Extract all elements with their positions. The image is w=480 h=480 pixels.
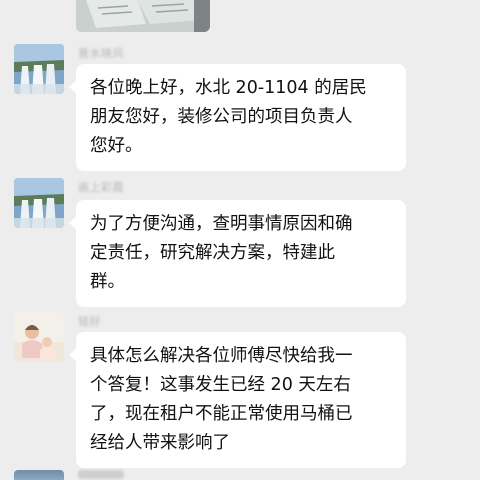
message-text-line: 了，现在租户不能正常使用马桶已 <box>90 404 353 424</box>
waterfall-avatar[interactable] <box>14 44 64 94</box>
message-text-line: 经给人带来影响了 <box>90 433 230 453</box>
waterfall-avatar[interactable] <box>14 178 64 228</box>
chat-message: 铭好 具体怎么解决各位师傅尽快给我一 个答复！这事发生已经 20 天左右 了，现… <box>0 312 480 468</box>
sender-name: 晋水晓风 <box>78 47 124 60</box>
message-text-line: 为了方便沟通，查明事情原因和确 <box>90 214 353 234</box>
message-bubble[interactable]: 各位晚上好，水北 20-1104 的居民 朋友您好，装修公司的项目负责人 您好。 <box>69 64 406 171</box>
message-text-line: 定责任，研究解决方案，特建此 <box>90 243 335 263</box>
message-text-line: 各位晚上好，水北 20-1104 的居民 <box>90 78 367 98</box>
sender-name: 铭好 <box>78 315 101 328</box>
message-bubble[interactable]: 为了方便沟通，查明事情原因和确 定责任，研究解决方案，特建此 群。 <box>69 200 406 307</box>
chat-message: 画上彩霞 为了方便沟通，查明事情原因和确 定责任，研究解决方案，特建此 群。 <box>0 178 480 307</box>
message-text-line: 群。 <box>90 272 125 292</box>
chat-window: 晋水晓风 各位晚上好，水北 20-1104 的居民 朋友您好，装修公司的项目负责… <box>0 0 480 480</box>
message-text-line: 朋友您好，装修公司的项目负责人 <box>90 107 353 127</box>
message-text-line: 具体怎么解决各位师傅尽快给我一 <box>90 346 353 366</box>
message-text-line: 您好。 <box>90 136 143 156</box>
image-message-thumbnail[interactable] <box>76 0 210 32</box>
message-text-line: 个答复！这事发生已经 20 天左右 <box>90 375 351 395</box>
avatar[interactable] <box>14 470 64 480</box>
sender-name-partial <box>78 470 124 479</box>
message-bubble[interactable]: 具体怎么解决各位师傅尽快给我一 个答复！这事发生已经 20 天左右 了，现在租户… <box>69 332 406 468</box>
family-photo-avatar[interactable] <box>14 312 64 362</box>
sender-name: 画上彩霞 <box>78 181 124 194</box>
chat-message: 晋水晓风 各位晚上好，水北 20-1104 的居民 朋友您好，装修公司的项目负责… <box>0 44 480 171</box>
